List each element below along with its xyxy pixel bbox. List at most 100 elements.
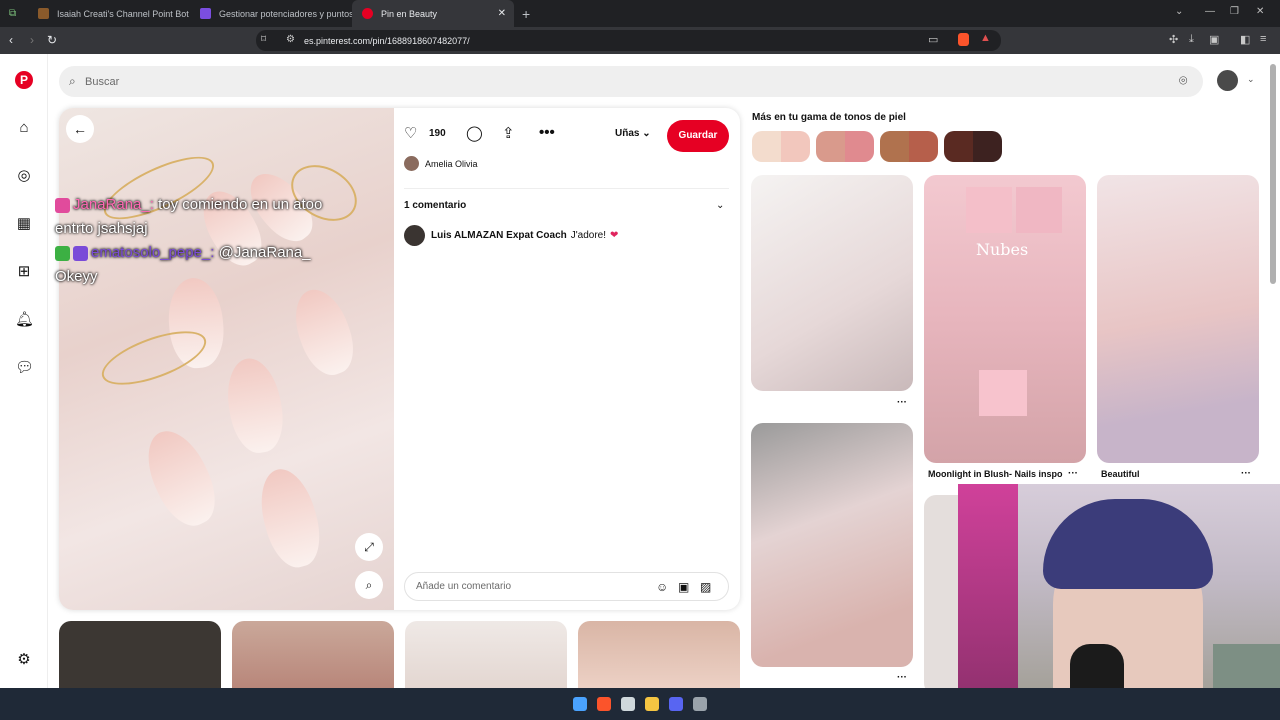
boards-icon[interactable]: ▦ <box>15 215 33 233</box>
nubes-logo: Nubes <box>976 240 1029 259</box>
extensions-icon[interactable]: ✣ <box>1169 33 1178 46</box>
brave-rewards-icon[interactable]: ▲ <box>980 32 991 44</box>
tab-search-icon[interactable]: ⧉ <box>0 0 28 27</box>
more-pin-1[interactable] <box>59 621 221 688</box>
more-options-icon[interactable]: ••• <box>539 124 555 141</box>
bookmark-icon[interactable]: ⌑ <box>261 34 266 45</box>
new-tab-icon[interactable]: + <box>522 6 530 22</box>
start-icon[interactable] <box>573 697 587 711</box>
tab-list-chevron-icon[interactable]: ⌄ <box>1175 6 1183 17</box>
downloads-icon[interactable]: ⤓ <box>1189 33 1194 46</box>
nail-shape <box>251 462 329 574</box>
more-options-icon[interactable]: ··· <box>1241 468 1251 479</box>
tab-title: Gestionar potenciadores y puntos de <box>219 8 352 19</box>
file-explorer-icon[interactable] <box>645 697 659 711</box>
skin-tone-swatch-3[interactable] <box>880 131 938 162</box>
nail-shape <box>285 282 363 382</box>
browser-tab-1[interactable]: Isaiah Creati's Channel Point Bot - Da <box>28 0 190 27</box>
brave-shield-icon[interactable] <box>958 33 969 46</box>
url-field[interactable]: ⌑ ⚙ es.pinterest.com/pin/168891860748207… <box>256 30 1001 51</box>
expand-button[interactable]: ⤢ <box>355 533 383 561</box>
pin-caption[interactable]: Beautiful <box>1101 469 1140 479</box>
minimize-icon[interactable]: — <box>1205 6 1215 17</box>
settings-app-icon[interactable] <box>693 697 707 711</box>
pin-author[interactable]: Amelia Olivia <box>404 156 478 171</box>
pin-caption[interactable]: Moonlight in Blush- Nails inspo <box>928 469 1063 479</box>
heart-emoji: ❤ <box>610 230 619 241</box>
more-options-icon[interactable]: ··· <box>897 672 907 683</box>
brave-icon[interactable] <box>597 697 611 711</box>
messages-icon[interactable]: 💬︎ <box>15 359 34 377</box>
channel-bot-favicon-icon <box>38 8 49 19</box>
more-options-icon[interactable]: ··· <box>1068 468 1078 479</box>
home-icon[interactable]: ⌂ <box>15 119 33 137</box>
create-icon[interactable]: ⊞ <box>15 263 33 281</box>
search-input[interactable]: ⌕ Buscar <box>59 66 1203 97</box>
sidebar-icon[interactable]: ◧ <box>1240 33 1250 46</box>
close-tab-icon[interactable]: ✕ <box>498 8 506 19</box>
heart-icon[interactable]: ♡ <box>404 124 417 142</box>
visual-search-button[interactable]: ⌕ <box>355 571 383 599</box>
search-icon: ⌕ <box>69 74 76 88</box>
profile-avatar[interactable] <box>1217 70 1238 91</box>
pin-image[interactable]: ← ⤢ ⌕ <box>59 108 394 610</box>
nail-shape <box>135 421 227 535</box>
wallet-icon[interactable]: ▣ <box>1209 33 1219 46</box>
pinterest-logo-icon[interactable]: P <box>15 71 33 89</box>
chat-badge-icon <box>55 245 70 261</box>
restore-icon[interactable]: ❐ <box>1230 6 1239 17</box>
browser-tab-2[interactable]: Gestionar potenciadores y puntos de <box>190 0 352 27</box>
related-pin-4[interactable] <box>751 423 913 667</box>
chat-message: ematosolo_pepe_: @JanaRana_ Okeyy <box>55 241 355 289</box>
board-selector[interactable]: Uñas ⌄ <box>615 128 651 139</box>
account-chevron-down-icon[interactable]: ⌄ <box>1247 74 1255 85</box>
more-pin-4[interactable] <box>578 621 740 688</box>
comment-text: J'adore! <box>570 230 607 241</box>
more-options-icon[interactable]: ··· <box>897 397 907 408</box>
comments-header[interactable]: 1 comentario <box>404 200 466 211</box>
emoji-icon[interactable]: ☺ <box>656 580 668 594</box>
skin-tone-swatch-1[interactable] <box>752 131 810 162</box>
pin-closeup-card: ← ⤢ ⌕ ♡ 190 ◯ ⇪ ••• Uñas ⌄ Guardar Ameli… <box>59 108 740 610</box>
chat-message: JanaRana_: toy comiendo en un atoo entrt… <box>55 193 355 241</box>
add-comment-input[interactable]: Añade un comentario ☺ ▣ ▨ <box>404 572 729 601</box>
save-button[interactable]: Guardar <box>667 120 729 152</box>
notifications-icon[interactable]: 🔔︎ <box>15 311 34 329</box>
pinterest-favicon-icon <box>362 8 373 19</box>
commenter-avatar[interactable] <box>404 225 425 246</box>
chat-badge-icon <box>55 197 70 213</box>
tab-title: Isaiah Creati's Channel Point Bot - Da <box>57 8 190 19</box>
skin-tone-swatch-4[interactable] <box>944 131 1002 162</box>
comment-icon[interactable]: ◯ <box>466 124 483 142</box>
discord-icon[interactable] <box>669 697 683 711</box>
more-pin-3[interactable] <box>405 621 567 688</box>
explore-icon[interactable]: ◎ <box>15 167 33 185</box>
share-icon[interactable]: ⇪ <box>502 124 515 142</box>
skin-tone-swatch-2[interactable] <box>816 131 874 162</box>
forward-icon[interactable]: › <box>30 33 34 47</box>
browser-tab-3[interactable]: Pin en Beauty ✕ <box>352 0 514 27</box>
comment-item: Luis ALMAZAN Expat Coach J'adore! ❤ <box>404 225 618 246</box>
cast-icon[interactable]: ▭ <box>928 33 938 46</box>
related-pin-1[interactable] <box>751 175 913 391</box>
image-icon[interactable]: ▨ <box>700 580 711 594</box>
related-pin-2[interactable]: Nubes <box>924 175 1086 463</box>
task-view-icon[interactable] <box>621 697 635 711</box>
sticker-icon[interactable]: ▣ <box>678 580 689 594</box>
related-pin-3[interactable] <box>1097 175 1259 463</box>
back-button[interactable]: ← <box>66 115 94 143</box>
reload-icon[interactable]: ↻ <box>47 33 57 47</box>
more-pin-2[interactable] <box>232 621 394 688</box>
commenter-name[interactable]: Luis ALMAZAN Expat Coach <box>431 230 567 241</box>
chevron-down-icon: ⌄ <box>642 128 651 139</box>
visual-search-icon[interactable]: ⌾ <box>1179 72 1187 89</box>
pin-action-row: ♡ 190 ◯ ⇪ ••• Uñas ⌄ Guardar <box>404 120 729 152</box>
close-window-icon[interactable]: ✕ <box>1256 6 1264 17</box>
back-icon[interactable]: ‹ <box>9 33 13 47</box>
expand-icon: ⤢ <box>364 540 374 554</box>
comments-chevron-down-icon[interactable]: ⌄ <box>716 200 724 211</box>
page-scrollbar[interactable] <box>1270 64 1276 284</box>
settings-icon[interactable]: ⚙ <box>15 651 33 669</box>
menu-icon[interactable]: ≡ <box>1260 33 1266 45</box>
site-info-icon[interactable]: ⚙ <box>286 34 295 45</box>
